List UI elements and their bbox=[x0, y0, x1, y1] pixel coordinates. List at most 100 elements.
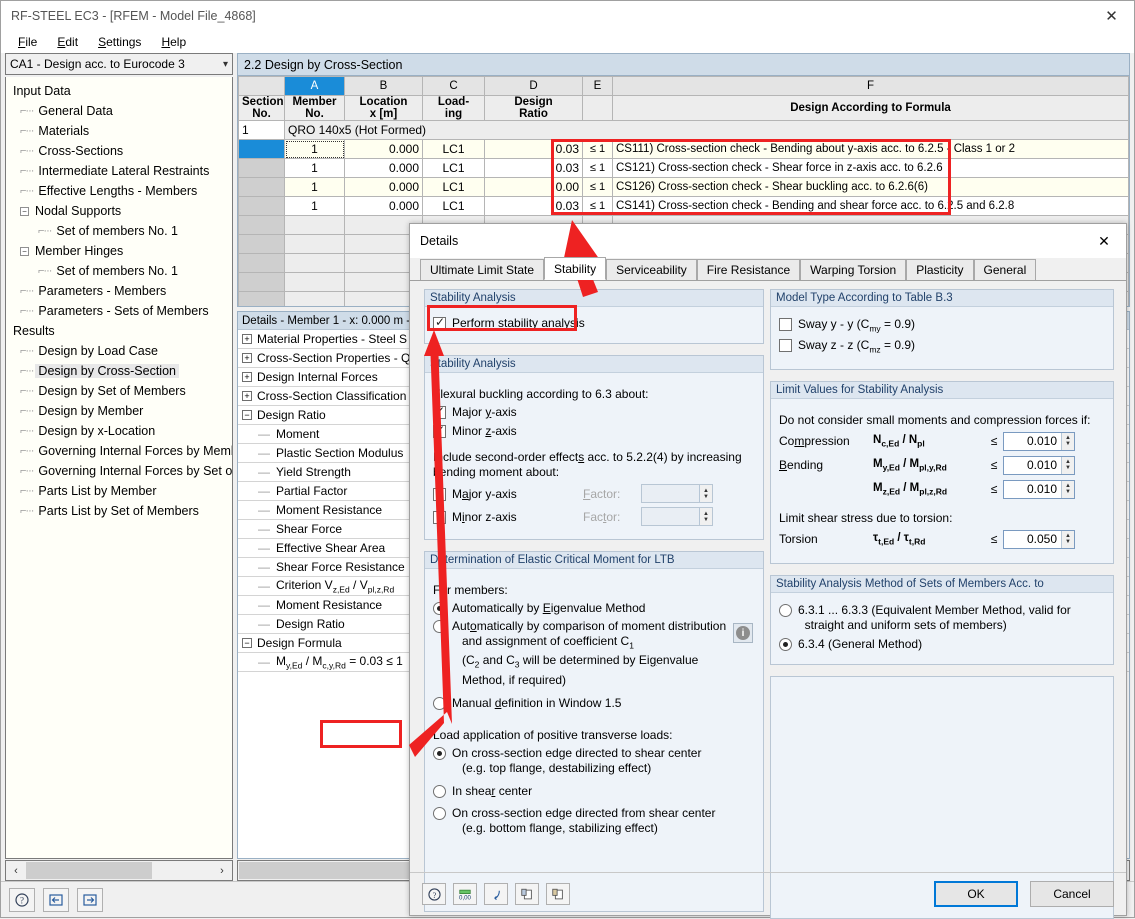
flexural-major-y-checkbox[interactable]: Major y-axis bbox=[433, 404, 755, 419]
checkbox-icon[interactable] bbox=[779, 318, 792, 331]
sidebar-item-parts-list-by-member[interactable]: ⌐··· Parts List by Member bbox=[6, 481, 232, 501]
units-icon[interactable]: 0,00 bbox=[453, 883, 477, 905]
sidebar-item-design-by-load-case[interactable]: ⌐··· Design by Load Case bbox=[6, 341, 232, 361]
cell-compare[interactable]: ≤ 1 bbox=[582, 158, 613, 178]
spinner-buttons-icon[interactable]: ▲ ▼ bbox=[1061, 530, 1074, 548]
col-letter-a[interactable]: A bbox=[284, 76, 345, 96]
menu-item-edit[interactable]: Edit bbox=[48, 33, 87, 51]
sway-z-checkbox[interactable]: Sway z - z (Cmz = 0.9) bbox=[779, 338, 1105, 355]
sway-y-checkbox[interactable]: Sway y - y (Cmy = 0.9) bbox=[779, 317, 1105, 333]
cell-compare[interactable]: ≤ 1 bbox=[582, 177, 613, 197]
tree-expand-icon[interactable]: + bbox=[242, 391, 252, 401]
cell-compare[interactable]: ≤ 1 bbox=[582, 139, 613, 159]
tab-stability[interactable]: Stability bbox=[544, 257, 607, 280]
table-row-section[interactable]: 1 QRO 140x5 (Hot Formed) bbox=[238, 120, 1129, 140]
scrollbar-track[interactable] bbox=[26, 861, 212, 880]
help-icon[interactable]: ? bbox=[422, 883, 446, 905]
tab-fire-resistance[interactable]: Fire Resistance bbox=[696, 259, 801, 280]
load-option-in-shear-center[interactable]: In shear center bbox=[433, 784, 755, 798]
ltb-option-eigenvalue[interactable]: Automatically by Eigenvalue Method bbox=[433, 601, 755, 615]
tab-serviceability[interactable]: Serviceability bbox=[606, 259, 697, 280]
tab-general[interactable]: General bbox=[973, 259, 1037, 280]
sidebar-item-parameters-sets-of-members[interactable]: ⌐··· Parameters - Sets of Members bbox=[6, 301, 232, 321]
checkbox-icon[interactable] bbox=[433, 510, 446, 524]
cell-empty[interactable] bbox=[284, 253, 345, 273]
sidebar-item-results[interactable]: Results bbox=[6, 321, 232, 341]
navigation-horizontal-scrollbar[interactable]: ‹ › bbox=[5, 860, 233, 881]
cell-location[interactable]: 0.000 bbox=[344, 177, 423, 197]
cell-location[interactable]: 0.000 bbox=[344, 139, 423, 159]
radio-icon[interactable] bbox=[433, 806, 446, 820]
sidebar-item-design-by-member[interactable]: ⌐··· Design by Member bbox=[6, 401, 232, 421]
checkbox-icon[interactable] bbox=[433, 315, 446, 330]
checkbox-icon[interactable] bbox=[779, 339, 792, 353]
navigation-tree[interactable]: Input Data ⌐··· General Data ⌐··· Materials ⌐… bbox=[5, 77, 233, 859]
table-row[interactable]: 1 0.000 LC1 0.00 ≤ 1 CS126) Cross-section che… bbox=[238, 177, 1129, 197]
cancel-button[interactable]: Cancel bbox=[1030, 881, 1114, 907]
cell-section[interactable] bbox=[238, 158, 285, 178]
spinner-buttons-icon[interactable]: ▲ ▼ bbox=[1061, 432, 1074, 450]
cell-empty[interactable] bbox=[238, 291, 285, 306]
sidebar-item-governing-internal-forces-by-member[interactable]: ⌐··· Governing Internal Forces by Member bbox=[6, 441, 232, 461]
sidebar-item-input-data[interactable]: Input Data bbox=[6, 81, 232, 101]
cell-formula[interactable]: CS121) Cross-section check - Shear force… bbox=[612, 158, 1129, 178]
cell-ratio[interactable]: 0.03 bbox=[484, 139, 583, 159]
cell-empty[interactable] bbox=[284, 291, 345, 306]
col-letter-f[interactable]: F bbox=[612, 76, 1129, 96]
sidebar-item-cross-sections[interactable]: ⌐··· Cross-Sections bbox=[6, 141, 232, 161]
cell-empty[interactable] bbox=[284, 234, 345, 254]
design-case-combobox[interactable]: CA1 - Design acc. to Eurocode 3 ▾ bbox=[5, 53, 233, 75]
cell-location[interactable]: 0.000 bbox=[344, 196, 423, 216]
cell-section[interactable] bbox=[238, 177, 285, 197]
undo-icon[interactable] bbox=[484, 883, 508, 905]
cell-empty[interactable] bbox=[238, 272, 285, 292]
cell-empty[interactable] bbox=[238, 215, 285, 235]
cell-section[interactable] bbox=[238, 196, 285, 216]
tree-collapse-icon[interactable]: − bbox=[20, 206, 29, 216]
cell-ratio[interactable]: 0.00 bbox=[484, 177, 583, 197]
checkbox-icon[interactable] bbox=[433, 423, 446, 438]
cell-empty[interactable] bbox=[238, 234, 285, 254]
tab-plasticity[interactable]: Plasticity bbox=[906, 259, 974, 280]
cell-loading[interactable]: LC1 bbox=[422, 196, 485, 216]
sidebar-item-member-hinges[interactable]: − Member Hinges bbox=[6, 241, 232, 261]
cell-member[interactable]: 1 bbox=[284, 177, 345, 197]
ltb-option-comparison[interactable]: Automatically by comparison of moment di… bbox=[433, 619, 755, 688]
table-row[interactable]: 1 0.000 LC1 0.03 ≤ 1 CS111) Cross-section che… bbox=[238, 139, 1129, 159]
cell-member[interactable]: 1 bbox=[284, 158, 345, 178]
col-letter-e[interactable]: E bbox=[582, 76, 613, 96]
menu-item-file[interactable]: File bbox=[9, 33, 46, 51]
sidebar-item-nodal-supports[interactable]: − Nodal Supports bbox=[6, 201, 232, 221]
second-order-minor-z-checkbox[interactable]: Minor z-axis bbox=[433, 510, 583, 524]
radio-icon[interactable] bbox=[433, 784, 446, 798]
factor-minor-spinner[interactable]: ▲ ▼ bbox=[641, 507, 713, 526]
cell-loading[interactable]: LC1 bbox=[422, 177, 485, 197]
close-icon[interactable]: ✕ bbox=[1089, 1, 1134, 31]
scrollbar-thumb[interactable] bbox=[26, 862, 153, 879]
sidebar-item-parameters-members[interactable]: ⌐··· Parameters - Members bbox=[6, 281, 232, 301]
checkbox-icon[interactable] bbox=[433, 404, 446, 419]
radio-icon[interactable] bbox=[433, 696, 446, 710]
info-icon[interactable]: i bbox=[733, 623, 753, 643]
sidebar-item-design-by-cross-section[interactable]: ⌐··· Design by Cross-Section bbox=[6, 361, 232, 381]
menu-item-help[interactable]: Help bbox=[152, 33, 195, 51]
col-letter-b[interactable]: B bbox=[344, 76, 423, 96]
ltb-option-manual[interactable]: Manual definition in Window 1.5 bbox=[433, 696, 755, 710]
tree-expand-icon[interactable]: + bbox=[242, 334, 252, 344]
load-defaults-icon[interactable] bbox=[515, 883, 539, 905]
cell-formula[interactable]: CS111) Cross-section check - Bending abo… bbox=[612, 139, 1129, 159]
scroll-left-icon[interactable]: ‹ bbox=[6, 865, 26, 877]
save-defaults-icon[interactable] bbox=[546, 883, 570, 905]
col-letter-0[interactable] bbox=[238, 76, 285, 96]
help-icon[interactable]: ? bbox=[9, 887, 35, 912]
cell-ratio[interactable]: 0.03 bbox=[484, 158, 583, 178]
tree-expand-icon[interactable]: + bbox=[242, 372, 252, 382]
cell-section[interactable] bbox=[238, 139, 285, 159]
chevron-down-icon[interactable]: ▾ bbox=[223, 59, 228, 70]
limit-bending-z-spinner[interactable]: 0.010 ▲ ▼ bbox=[1003, 479, 1075, 499]
limit-torsion-spinner[interactable]: 0.050 ▲ ▼ bbox=[1003, 529, 1075, 549]
sets-method-option-equivalent[interactable]: 6.3.1 ... 6.3.3 (Equivalent Member Metho… bbox=[779, 603, 1105, 633]
tree-expand-icon[interactable]: + bbox=[242, 353, 252, 363]
cell-member[interactable]: 1 bbox=[284, 139, 345, 159]
limit-compression-spinner[interactable]: 0.010 ▲ ▼ bbox=[1003, 431, 1075, 451]
